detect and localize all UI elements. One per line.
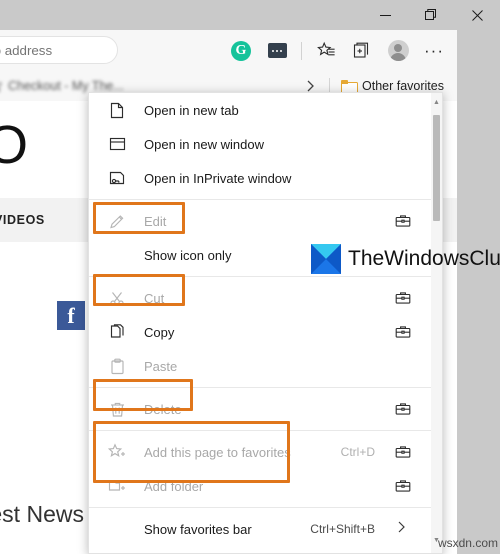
thewindowsclub-logo-icon [311, 244, 341, 274]
menu-item-label: Open in new window [144, 136, 264, 152]
pencil-icon [106, 210, 128, 232]
other-favorites-label: Other favorites [362, 79, 444, 93]
page-heading-letter: O [0, 115, 29, 175]
menu-item-delete: Delete [89, 392, 433, 426]
clipboard-icon [106, 355, 128, 377]
menu-item-show-favorites-bar[interactable]: Show favorites bar Ctrl+Shift+B [89, 512, 433, 546]
menu-item-open-new-window[interactable]: Open in new window [89, 127, 433, 161]
trash-icon [106, 398, 128, 420]
menu-item-label: Paste [144, 358, 178, 374]
menu-separator [89, 430, 433, 431]
copy-icon [106, 321, 128, 343]
facebook-share-icon[interactable]: f [57, 301, 85, 330]
work-profile-briefcase-icon [395, 213, 411, 229]
work-profile-briefcase-icon [395, 478, 411, 494]
menu-item-label: Add folder [144, 478, 204, 494]
new-tab-icon [106, 99, 128, 121]
folder-icon [341, 80, 358, 94]
avatar-glyph [387, 40, 409, 61]
menu-item-add-page-favorites: Add this page to favorites Ctrl+D [89, 435, 433, 469]
menu-item-label: Open in InPrivate window [144, 170, 292, 186]
profile-avatar[interactable] [381, 34, 415, 68]
menu-item-open-new-tab[interactable]: Open in new tab [89, 93, 433, 127]
extension-icon[interactable] [260, 34, 294, 68]
work-profile-briefcase-icon [395, 290, 411, 306]
menu-item-edit: Edit [89, 204, 433, 238]
scroll-up-arrow-icon[interactable]: ▲ [432, 99, 441, 111]
minimize-button[interactable] [362, 0, 408, 30]
menu-item-label: Edit [144, 213, 167, 229]
extension-glyph [267, 43, 287, 58]
page-latest-news-heading: test News [0, 501, 84, 527]
favorites-context-menu: Open in new tab Open in new window Open in… [88, 92, 443, 554]
favorites-star-icon[interactable] [309, 34, 343, 68]
menu-item-shortcut: Ctrl+D [340, 445, 375, 459]
menu-item-label: Delete [144, 401, 182, 417]
watermark-logo-text: TheWindowsClub [348, 247, 500, 270]
page-nav-videos[interactable]: VIDEOS [0, 213, 45, 227]
menu-item-hide-favorites-button[interactable]: Hide favorites button from toolbar [89, 546, 433, 553]
grammarly-glyph: G [231, 40, 251, 61]
menu-separator [89, 199, 433, 200]
menu-item-label: Show favorites bar [144, 521, 252, 537]
new-window-icon [106, 133, 128, 155]
star-plus-icon [106, 441, 128, 463]
menu-separator [89, 387, 433, 388]
work-profile-briefcase-icon [395, 444, 411, 460]
menu-item-label: Open in new tab [144, 102, 239, 118]
restore-button[interactable] [408, 0, 454, 30]
menu-item-label: Copy [144, 324, 175, 340]
settings-more-icon[interactable]: ··· [417, 34, 451, 68]
menu-item-paste: Paste [89, 349, 433, 383]
menu-separator [89, 507, 433, 508]
scissors-icon [106, 287, 128, 309]
toolbar-icon-group: G ··· [224, 30, 451, 71]
menu-item-no-icon [106, 244, 128, 266]
window-controls [362, 0, 500, 30]
browser-toolbar: G [0, 30, 457, 71]
menu-item-copy[interactable]: Copy [89, 315, 433, 349]
watermark-bottom-right: wsxdn.com [437, 536, 498, 550]
menu-separator [89, 276, 433, 277]
menu-scrollbar[interactable]: ▲ ▼ [431, 93, 442, 553]
work-profile-briefcase-icon [395, 401, 411, 417]
more-dots-glyph: ··· [424, 41, 444, 60]
folder-plus-icon [106, 475, 128, 497]
inprivate-icon [106, 167, 128, 189]
work-profile-briefcase-icon [395, 324, 411, 340]
context-menu-list: Open in new tab Open in new window Open in… [89, 93, 442, 553]
bookmark-label: Checkout - My The... [8, 79, 124, 93]
menu-item-shortcut: Ctrl+Shift+B [310, 522, 375, 536]
scrollbar-thumb[interactable] [433, 115, 440, 221]
window-titlebar [0, 0, 500, 30]
screenshot-root: O VIDEOS F f test News G [0, 0, 500, 554]
menu-item-label: Add this page to favorites [144, 444, 291, 460]
address-bar-input[interactable] [0, 36, 118, 64]
menu-item-add-folder: Add folder [89, 469, 433, 503]
menu-item-no-icon [106, 518, 128, 540]
toolbar-divider [301, 41, 302, 60]
submenu-chevron-icon [396, 520, 407, 539]
close-button[interactable] [454, 0, 500, 30]
collections-icon[interactable] [345, 34, 379, 68]
menu-item-label: Show icon only [144, 247, 232, 263]
watermark-thewindowsclub: TheWindowsClub [311, 244, 500, 274]
grammarly-icon[interactable]: G [224, 34, 258, 68]
menu-item-open-inprivate[interactable]: Open in InPrivate window [89, 161, 433, 195]
menu-item-cut: Cut [89, 281, 433, 315]
menu-item-label: Cut [144, 290, 165, 306]
